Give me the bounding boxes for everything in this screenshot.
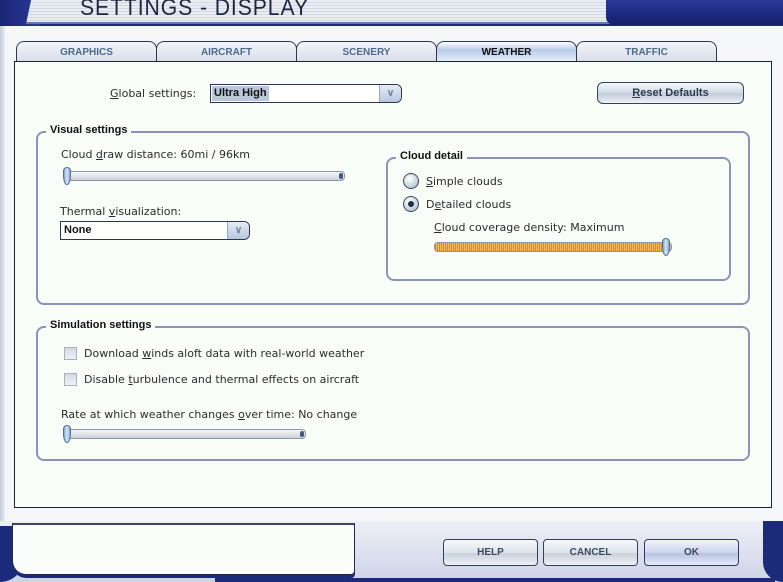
reset-defaults-button[interactable]: Reset Defaults [597,82,744,104]
cloud-draw-distance-slider[interactable] [63,167,345,185]
label-text: raw distance: 60mi / 96km [102,148,251,161]
detailed-clouds-radio[interactable] [403,196,419,212]
cloud-detail-title: Cloud detail [396,150,467,162]
disable-turbulence-checkbox[interactable] [64,373,77,386]
cloud-detail-group: Cloud detail Simple clouds Detailed clou… [386,150,731,281]
label-text: imple clouds [432,175,503,188]
mnemonic: G [110,87,119,100]
tab-weather[interactable]: WEATHER [436,41,577,62]
cancel-button[interactable]: CANCEL [543,539,638,566]
cloud-coverage-density-label: Cloud coverage density: Maximum [434,221,624,234]
mnemonic: S [426,175,433,188]
slider-track [434,242,672,252]
label-text: Download [84,347,143,360]
status-box [12,523,355,575]
slider-thumb[interactable] [63,167,71,185]
weather-change-rate-slider[interactable] [63,425,306,443]
slider-track [63,429,306,439]
global-settings-dropdown[interactable]: Ultra High ∨ [210,84,402,103]
tab-graphics[interactable]: GRAPHICS [16,41,157,61]
label-text: lobal settings: [118,87,197,100]
label-text: isualization: [115,205,182,218]
tab-scenery[interactable]: SCENERY [296,41,437,61]
label-text: Thermal [60,205,109,218]
thermal-visualization-dropdown[interactable]: None ∨ [60,221,250,240]
footer-right-accent [763,521,783,582]
window-title: SETTINGS - DISPLAY [80,0,309,20]
mnemonic: w [142,347,152,360]
detailed-clouds-label[interactable]: Detailed clouds [426,198,511,211]
help-button[interactable]: HELP [443,539,538,566]
global-settings-label: Global settings: [110,87,196,100]
footer-bottom-accent [215,578,775,582]
global-settings-value: Ultra High [212,86,269,101]
weather-panel: Global settings: Ultra High ∨ Reset Defa… [14,61,772,508]
simulation-settings-group: Simulation settings Download winds aloft… [36,319,750,461]
left-edge [0,26,5,526]
slider-endcap [300,431,304,437]
slider-endcap [339,173,343,179]
label-text: Disable [84,373,129,386]
label-text: Rate at which weather changes [61,408,239,421]
chevron-down-icon[interactable]: ∨ [227,222,249,239]
cloud-draw-distance-label: Cloud draw distance: 60mi / 96km [61,148,250,161]
title-bar: SETTINGS - DISPLAY [0,0,783,26]
simple-clouds-label[interactable]: Simple clouds [426,175,503,188]
mnemonic: C [434,221,442,234]
weather-change-rate-label: Rate at which weather changes over time:… [61,408,357,421]
thermal-visualization-label: Thermal visualization: [60,205,181,218]
cloud-coverage-density-slider[interactable] [434,238,672,256]
label-text: inds aloft data with real-world weather [151,347,365,360]
simulation-settings-title: Simulation settings [46,319,156,331]
label-text: urbulence and thermal effects on aircraf… [132,373,360,386]
ok-button[interactable]: OK [644,539,739,566]
disable-turbulence-label[interactable]: Disable turbulence and thermal effects o… [84,373,359,386]
mnemonic: d [95,148,103,161]
mnemonic: o [238,408,245,421]
tab-aircraft[interactable]: AIRCRAFT [156,41,297,61]
label-text: loud coverage density: Maximum [441,221,625,234]
footer-bar: HELP CANCEL OK [0,521,783,582]
chevron-down-icon[interactable]: ∨ [379,85,401,102]
visual-settings-group: Visual settings Cloud draw distance: 60m… [36,124,750,305]
label-text: tailed clouds [441,198,512,211]
visual-settings-title: Visual settings [46,124,132,136]
label-text: ver time: No change [244,408,358,421]
slider-thumb[interactable] [63,425,71,443]
slider-thumb[interactable] [662,238,670,256]
thermal-visualization-value: None [64,224,92,236]
button-label: eset Defaults [640,87,709,99]
winds-aloft-label[interactable]: Download winds aloft data with real-worl… [84,347,364,360]
title-bar-right-accent [606,0,783,25]
winds-aloft-checkbox[interactable] [64,347,77,360]
slider-track [63,171,345,181]
simple-clouds-radio[interactable] [403,173,419,189]
tab-traffic[interactable]: TRAFFIC [576,41,717,61]
label-text: Cloud [61,148,96,161]
